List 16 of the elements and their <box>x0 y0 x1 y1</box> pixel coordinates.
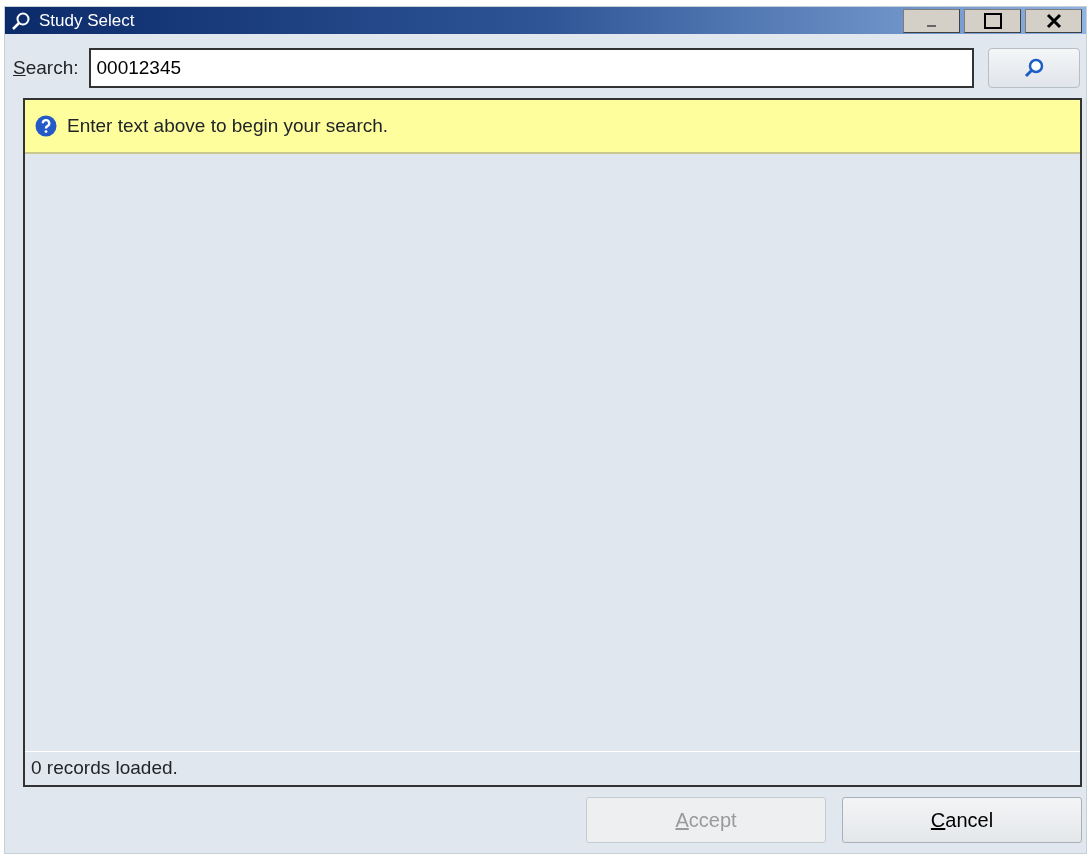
search-icon <box>11 10 31 31</box>
maximize-icon <box>982 11 1003 30</box>
search-label: Search: <box>13 55 79 80</box>
close-icon <box>1044 12 1063 29</box>
search-field[interactable]: 00012345 <box>88 48 974 88</box>
minimize-icon <box>927 24 936 27</box>
search-icon <box>1023 57 1045 79</box>
info-message: Enter text above to begin your search. <box>67 113 389 138</box>
window-title: Study Select <box>39 9 135 32</box>
maximize-button[interactable] <box>964 8 1021 33</box>
dialog-button[interactable]: Cancel <box>842 797 1082 843</box>
close-button[interactable] <box>1025 8 1082 33</box>
status-text: 0 records loaded. <box>31 756 178 781</box>
help-icon <box>35 115 57 137</box>
search-button[interactable] <box>988 48 1080 88</box>
minimize-button[interactable] <box>903 8 960 33</box>
